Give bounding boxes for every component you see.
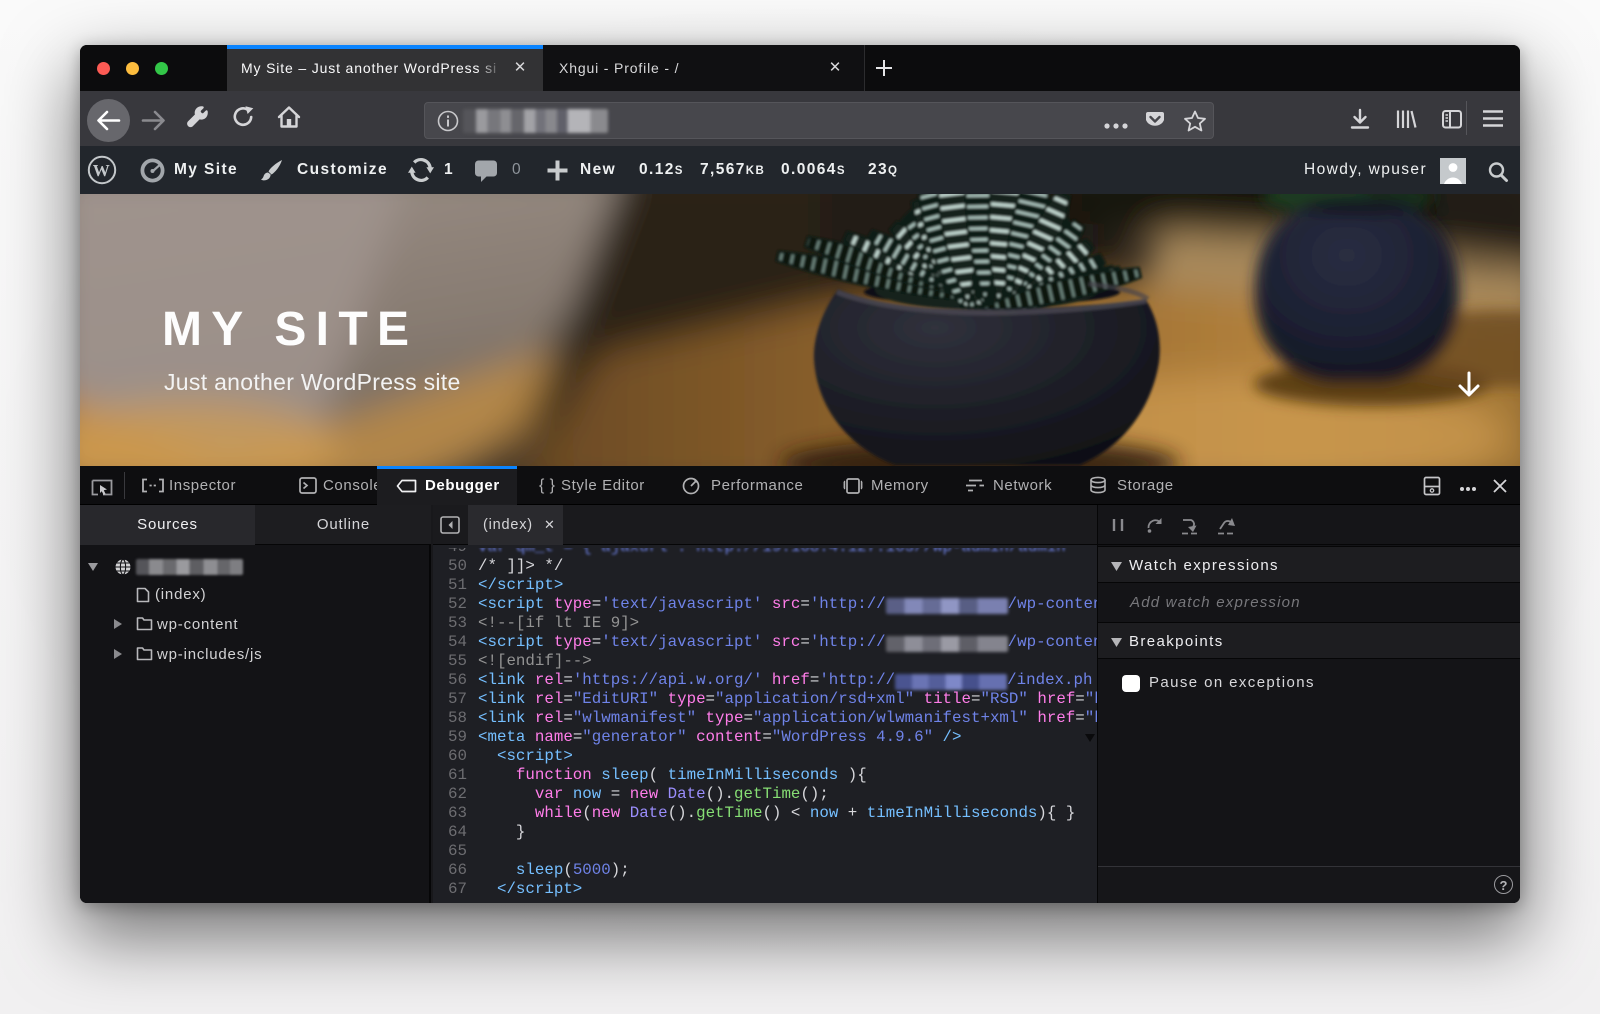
svg-text:W: W bbox=[93, 161, 111, 180]
